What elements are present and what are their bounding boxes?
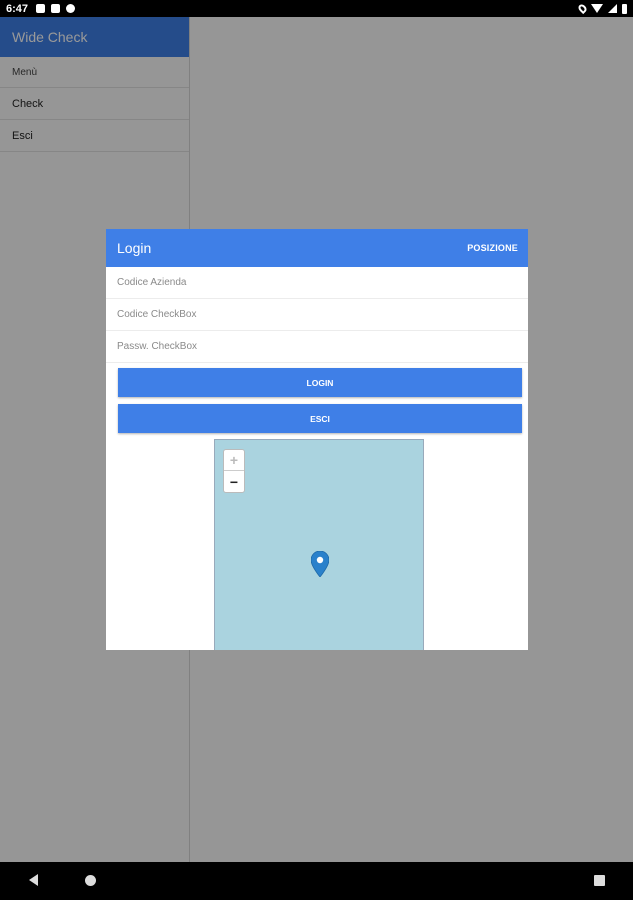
app-notification-icon: [66, 4, 76, 13]
wifi-icon: [591, 4, 603, 13]
login-dialog: Login POSIZIONE LOGIN ESCI + −: [106, 229, 528, 650]
company-code-field: [106, 267, 528, 299]
location-icon: [576, 2, 589, 15]
map-view[interactable]: + −: [214, 439, 424, 650]
checkbox-code-input[interactable]: [117, 309, 497, 320]
recent-apps-icon[interactable]: [594, 875, 605, 886]
position-button[interactable]: POSIZIONE: [467, 243, 518, 253]
checkbox-password-input[interactable]: [117, 341, 497, 352]
map-zoom-control: + −: [223, 449, 245, 493]
zoom-out-button[interactable]: −: [224, 471, 244, 492]
sim-icon: [51, 4, 61, 13]
status-time: 6:47: [6, 2, 29, 15]
signal-icon: [608, 4, 617, 13]
exit-button[interactable]: ESCI: [118, 404, 522, 433]
company-code-input[interactable]: [117, 277, 497, 288]
home-icon[interactable]: [85, 875, 96, 886]
zoom-in-button[interactable]: +: [224, 450, 244, 471]
login-dialog-header: Login POSIZIONE: [106, 229, 528, 267]
checkbox-password-field: [106, 331, 528, 363]
login-button[interactable]: LOGIN: [118, 368, 522, 397]
checkbox-code-field: [106, 299, 528, 331]
status-bar: 6:47: [0, 0, 633, 17]
back-icon[interactable]: [29, 874, 38, 886]
map-marker-icon[interactable]: [311, 551, 329, 577]
login-dialog-title: Login: [117, 240, 152, 256]
notification-icon: [36, 4, 46, 13]
system-nav-bar: [0, 862, 633, 900]
battery-icon: [622, 3, 627, 14]
